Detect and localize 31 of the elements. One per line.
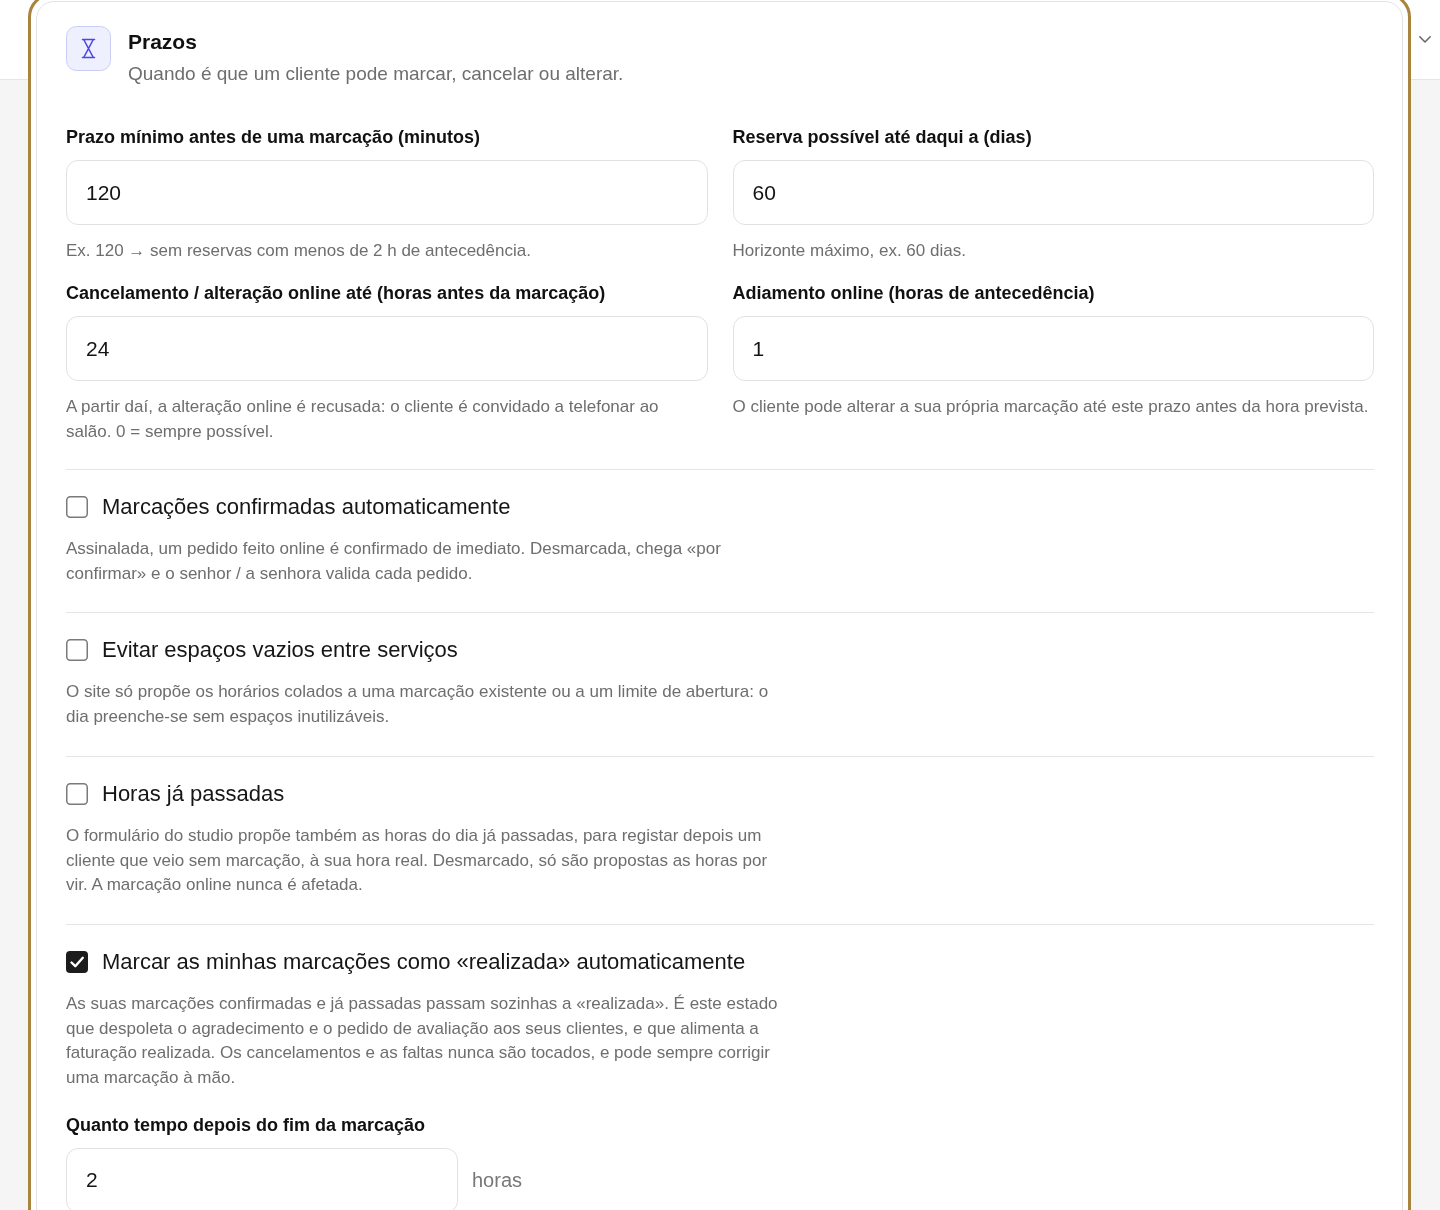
field-label: Quanto tempo depois do fim da marcação (66, 1113, 427, 1137)
checkbox[interactable] (66, 496, 88, 518)
checkbox[interactable] (66, 950, 88, 973)
field-label: Reserva possível até daqui a (dias) (732, 126, 1033, 149)
input-field[interactable]: 24 (66, 316, 708, 381)
checkbox-label: Marcar as minhas marcações como «realizada» automaticamente (102, 949, 746, 974)
section-subtitle: Quando é que um cliente pode marcar, cancelar ou alterar. (128, 62, 624, 86)
option-description: Assinalada, um pedido feito online é confirmado de imediato. Desmarcada, chega «por confirmar» e o senhor / a senhora valida cada pedido. (66, 538, 722, 585)
field-hint: Horizonte máximo, ex. 60 dias. (732, 240, 967, 262)
checkbox-label: Evitar espaços vazios entre serviços (102, 638, 458, 663)
field-hint: O cliente pode alterar a sua própria marcação até este prazo antes da hora prevista. (732, 396, 1370, 418)
checkbox[interactable] (66, 782, 88, 805)
option-description: As suas marcações confirmadas e já passadas passam sozinhas a «realizada». É este estado que despoleta o agradecimento e o pedido de avaliação aos seus clientes, e que alimenta a faturação realizada. Os cancelamentos e as faltas nunca são tocados, e pode sempre corrigir uma marcação à mão. (66, 992, 779, 1090)
hourglass-icon (66, 26, 111, 71)
input-field[interactable]: 2 (66, 1147, 458, 1210)
field-hint: Ex. 120 → sem reservas com menos de 2 h de antecedência. (66, 240, 532, 262)
checkbox-label: Horas já passadas (102, 781, 285, 806)
chevron-down-icon[interactable] (1419, 36, 1431, 43)
section-title: Prazos (128, 29, 198, 55)
field-label: Adiamento online (horas de antecedência) (732, 282, 1096, 305)
input-field[interactable]: 1 (732, 316, 1374, 381)
option-description: O site só propõe os horários colados a uma marcação existente ou a um limite de abertura: o dia preenche-se sem espaços inutilizáveis. (66, 681, 770, 729)
field-label: Cancelamento / alteração online até (horas antes da marcação) (66, 282, 607, 305)
field-label: Prazo mínimo antes de uma marcação (minutos) (66, 126, 482, 149)
checkbox-label: Marcações confirmadas automaticamente (102, 495, 511, 519)
unit-label: horas (472, 1168, 523, 1192)
checkbox[interactable] (66, 639, 88, 662)
option-description: O formulário do studio propõe também as horas do dia já passadas, para registar depois um cliente que veio sem marcação, à sua hora real. Desmarcado, só são propostas as horas por vir. A marcação online nunca é afetada. (66, 824, 769, 897)
input-field[interactable]: 120 (66, 160, 708, 225)
input-field[interactable]: 60 (732, 160, 1374, 225)
field-hint: A partir daí, a alteração online é recusada: o cliente é convidado a telefonar ao salão. 0 = sempre possível. (66, 396, 660, 443)
